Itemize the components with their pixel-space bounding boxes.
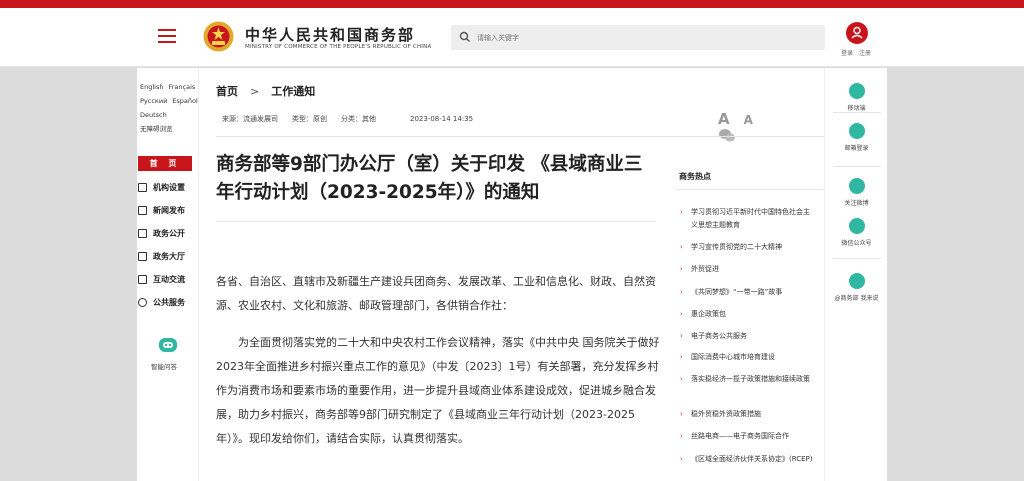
mail-icon — [848, 123, 865, 139]
meta-type: 类型：原创 — [292, 115, 327, 123]
meta-divider — [216, 136, 886, 137]
article-tools: AA — [718, 110, 767, 145]
breadcrumb-separator: > — [250, 85, 260, 98]
feedback-link[interactable]: @商务部 我来说 — [825, 273, 888, 302]
service-icon — [138, 298, 147, 307]
right-divider — [833, 166, 881, 167]
wechat-link[interactable]: 微信公众号 — [825, 218, 888, 247]
robot-assistant-icon[interactable] — [158, 336, 178, 354]
weibo-link[interactable]: 关注微博 — [825, 178, 888, 207]
newspaper-icon — [138, 206, 147, 215]
right-divider — [833, 112, 881, 113]
grid-icon — [138, 183, 147, 192]
lang-russian[interactable]: Русский — [140, 97, 167, 105]
hot-item[interactable]: 《区域全面经济伙伴关系协定》(RCEP) — [680, 453, 816, 466]
list-icon — [138, 252, 147, 261]
search-box[interactable] — [451, 25, 825, 50]
lang-english[interactable]: English — [140, 83, 163, 91]
mobile-icon — [848, 83, 865, 99]
hamburger-menu-icon[interactable] — [158, 29, 176, 43]
hot-item[interactable]: 稳外贸稳外资政策措施 — [680, 408, 816, 421]
hot-item[interactable]: 学习宣传贯彻党的二十大精神 — [680, 241, 816, 254]
font-larger-button[interactable]: A — [718, 110, 730, 128]
right-sidebar: 移动端 邮箱登录 关注微博 微信公众号 @商务部 我来说 — [824, 68, 887, 481]
chat-icon — [138, 275, 147, 284]
search-icon[interactable] — [459, 31, 471, 43]
right-divider — [833, 258, 881, 259]
nav-item-public-service[interactable]: 公共服务 — [138, 296, 200, 310]
hot-item[interactable]: 落实稳经济一揽子政策措施和接续政策 — [680, 373, 816, 386]
font-smaller-button[interactable]: A — [744, 113, 753, 127]
site-title: 中华人民共和国商务部 — [245, 26, 416, 44]
left-sidebar: English Français Русский Español Deutsch 无… — [137, 68, 199, 481]
hot-topics-divider — [677, 189, 823, 190]
nav-home-button[interactable]: 首 页 — [138, 156, 192, 171]
breadcrumb-current[interactable]: 工作通知 — [271, 85, 315, 98]
login-link[interactable]: 登录 — [841, 50, 853, 57]
hot-item[interactable]: 《共同梦想》“一带一路”故事 — [680, 286, 816, 299]
search-input[interactable] — [477, 29, 807, 46]
breadcrumb-home[interactable]: 首页 — [216, 85, 238, 98]
meta-source: 来源：流通发展司 — [222, 115, 278, 123]
hot-item[interactable]: 国际消费中心城市培育建设 — [680, 351, 816, 364]
nav-item-interaction[interactable]: 互动交流 — [138, 273, 200, 287]
meta-category: 分类：其他 — [341, 115, 376, 123]
language-links: English Français Русский Español Deutsch 无… — [140, 80, 203, 136]
title-divider — [216, 221, 656, 222]
weibo-icon — [848, 178, 865, 194]
mail-login-link[interactable]: 邮箱登录 — [825, 123, 888, 152]
hot-item[interactable]: 电子商务公共服务 — [680, 330, 816, 343]
at-sign-icon — [848, 273, 865, 289]
hot-item[interactable]: 惠企政策包 — [680, 308, 816, 321]
breadcrumb: 首页 > 工作通知 — [216, 83, 315, 99]
user-links: 登录 注册 — [841, 48, 877, 57]
meta-date: 2023-08-14 14:35 — [410, 115, 474, 123]
assistant-label[interactable]: 智能问答 — [151, 361, 177, 371]
hot-topics-title: 商务热点 — [679, 172, 711, 181]
article-paragraph-2: 为全面贯彻落实党的二十大和中央农村工作会议精神，落实《中共中央 国务院关于做好2… — [216, 336, 660, 445]
lang-german[interactable]: Deutsch — [140, 111, 167, 119]
mobile-link[interactable]: 移动端 — [825, 83, 888, 112]
hot-item[interactable]: 学习贯彻习近平新时代中国特色社会主义思想主题教育 — [680, 206, 816, 232]
accessibility-link[interactable]: 无障碍浏览 — [140, 125, 173, 133]
article-paragraph-1: 各省、自治区、直辖市及新疆生产建设兵团商务、发展改革、工业和信息化、财政、自然资… — [216, 275, 656, 312]
register-link[interactable]: 注册 — [859, 50, 871, 57]
user-avatar-icon[interactable] — [846, 22, 868, 44]
hot-item[interactable]: 外贸促进 — [680, 263, 816, 276]
nav-item-organization[interactable]: 机构设置 — [138, 181, 200, 195]
site-header: 中华人民共和国商务部 MINISTRY OF COMMERCE OF THE P… — [0, 8, 1024, 67]
wechat-icon — [848, 218, 865, 234]
lang-french[interactable]: Français — [168, 83, 195, 91]
nav-item-gov-info[interactable]: 政务公开 — [138, 227, 200, 241]
hot-item[interactable]: 丝路电商——电子商务国际合作 — [680, 430, 816, 443]
lang-spanish[interactable]: Español — [172, 97, 198, 105]
national-emblem-icon — [203, 21, 234, 52]
document-icon — [138, 229, 147, 238]
article-title: 商务部等9部门办公厅（室）关于印发 《县域商业三年行动计划（2023-2025年… — [216, 154, 643, 203]
nav-item-news[interactable]: 新闻发布 — [138, 204, 200, 218]
top-red-bar — [0, 0, 1024, 8]
nav-item-gov-hall[interactable]: 政务大厅 — [138, 250, 200, 264]
site-subtitle: MINISTRY OF COMMERCE OF THE PEOPLE'S REP… — [245, 44, 432, 50]
article-meta: 来源：流通发展司 类型：原创 分类：其他 2023-08-14 14:35 — [222, 114, 487, 124]
